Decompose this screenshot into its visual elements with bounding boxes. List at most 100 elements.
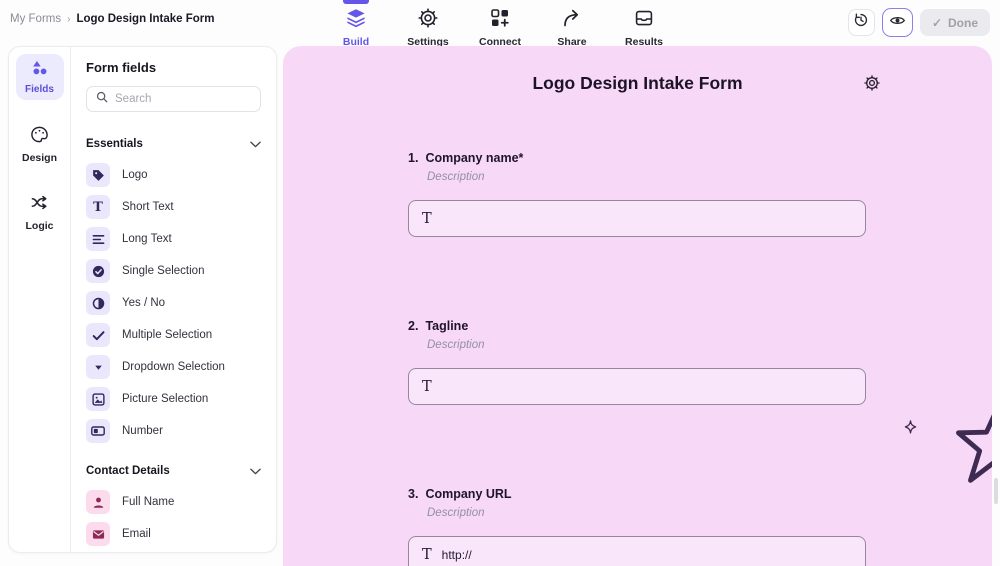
chevron-down-icon [250, 462, 261, 480]
form-fields-panel: Form fields Essentials [71, 47, 276, 552]
field-search[interactable] [86, 86, 269, 112]
panel-title: Form fields [86, 60, 157, 75]
main-tabs: Build Settings Connect Share Results [324, 0, 676, 48]
sidebar-design-label: Design [21, 152, 57, 164]
question-company-url[interactable]: 3. Company URL Description T http:// [408, 487, 866, 566]
question-description[interactable]: Description [427, 507, 866, 519]
sidebar-rail: Fields Design Logic [9, 47, 71, 552]
text-answer-field[interactable]: T [408, 200, 866, 237]
inbox-icon [634, 8, 654, 33]
field-type-picture-selection[interactable]: Picture Selection [86, 383, 261, 415]
field-type-address[interactable]: Address [86, 550, 261, 552]
envelope-icon [86, 522, 110, 546]
text-input-icon: T [422, 546, 432, 563]
section-contact-details[interactable]: Contact Details [86, 462, 261, 480]
field-type-yes-no[interactable]: Yes / No [86, 287, 261, 319]
chevron-down-icon [250, 135, 261, 153]
field-type-label: Long Text [122, 233, 172, 245]
short-text-icon: T [86, 195, 110, 219]
section-contact-title: Contact Details [86, 465, 170, 477]
search-icon [96, 90, 108, 108]
form-title[interactable]: Logo Design Intake Form [283, 73, 992, 94]
question-label-row: 2. Tagline [408, 319, 866, 333]
contact-list: Full Name Email Address [86, 486, 261, 552]
field-type-label: Short Text [122, 201, 174, 213]
form-canvas: Logo Design Intake Form 1. Company name*… [283, 46, 992, 566]
history-button[interactable] [847, 9, 875, 36]
question-description[interactable]: Description [427, 339, 866, 351]
sidebar-item-fields[interactable]: Fields [15, 54, 64, 100]
active-tab-indicator [343, 0, 369, 4]
question-number: 1. [408, 151, 419, 165]
eye-icon [889, 12, 906, 34]
check-icon: ✓ [931, 15, 942, 30]
text-input-icon: T [422, 210, 432, 227]
done-button-label: Done [948, 15, 978, 30]
tab-build[interactable]: Build [324, 0, 388, 48]
tab-results[interactable]: Results [612, 0, 676, 48]
question-label[interactable]: Company name* [425, 151, 523, 165]
yes-no-icon [86, 291, 110, 315]
number-icon [86, 419, 110, 443]
breadcrumb-current-form: Logo Design Intake Form [76, 13, 215, 25]
gear-icon [864, 75, 880, 95]
question-description[interactable]: Description [427, 171, 866, 183]
tab-share[interactable]: Share [540, 0, 604, 48]
caret-down-icon [86, 355, 110, 379]
grid-plus-icon [490, 8, 510, 33]
question-label[interactable]: Tagline [425, 319, 468, 333]
long-text-icon [86, 227, 110, 251]
essentials-list: Logo T Short Text Long Text Single Selec… [86, 159, 261, 447]
field-type-long-text[interactable]: Long Text [86, 223, 261, 255]
sidebar-logic-label: Logic [25, 220, 54, 232]
share-arrow-icon [562, 8, 582, 33]
palette-icon [30, 125, 49, 149]
field-type-single-selection[interactable]: Single Selection [86, 255, 261, 287]
question-company-name[interactable]: 1. Company name* Description T [408, 151, 866, 237]
text-input-icon: T [422, 378, 432, 395]
field-type-label: Full Name [122, 496, 175, 508]
url-prefix: http:// [441, 547, 472, 562]
done-button[interactable]: ✓ Done [919, 9, 990, 36]
field-type-label: Multiple Selection [122, 329, 213, 341]
picture-icon [86, 387, 110, 411]
checkmark-icon [86, 323, 110, 347]
section-essentials[interactable]: Essentials [86, 135, 261, 153]
top-bar: My Forms › Logo Design Intake Form Build [0, 0, 1000, 48]
question-number: 3. [408, 487, 419, 501]
star-doodle-icon [940, 393, 992, 495]
question-label[interactable]: Company URL [425, 487, 511, 501]
field-type-number[interactable]: Number [86, 415, 261, 447]
question-number: 2. [408, 319, 419, 333]
tab-connect[interactable]: Connect [468, 0, 532, 48]
field-type-email[interactable]: Email [86, 518, 261, 550]
search-input[interactable] [115, 93, 269, 105]
sidebar-item-design[interactable]: Design [22, 125, 57, 164]
preview-button[interactable] [881, 8, 913, 37]
tag-icon [86, 163, 110, 187]
form-settings-button[interactable] [864, 75, 880, 91]
top-actions: ✓ Done [847, 8, 990, 37]
single-selection-icon [86, 259, 110, 283]
left-sidebar: Fields Design Logic Form fields Search E… [8, 46, 277, 553]
page-scrollbar-thumb[interactable] [994, 478, 998, 504]
field-type-full-name[interactable]: Full Name [86, 486, 261, 518]
shapes-icon [31, 59, 49, 82]
url-answer-field[interactable]: T http:// [408, 536, 866, 566]
question-list: 1. Company name* Description T 2. Taglin… [408, 151, 866, 566]
field-type-label: Yes / No [122, 297, 166, 309]
field-type-label: Dropdown Selection [122, 361, 225, 373]
field-type-multiple-selection[interactable]: Multiple Selection [86, 319, 261, 351]
question-label-row: 1. Company name* [408, 151, 866, 165]
field-type-logo[interactable]: Logo [86, 159, 261, 191]
field-type-dropdown-selection[interactable]: Dropdown Selection [86, 351, 261, 383]
tab-settings[interactable]: Settings [396, 0, 460, 48]
field-type-label: Single Selection [122, 265, 205, 277]
breadcrumb-separator: › [67, 13, 71, 25]
breadcrumb-my-forms[interactable]: My Forms [10, 13, 61, 25]
field-type-label: Number [122, 425, 163, 437]
field-type-short-text[interactable]: T Short Text [86, 191, 261, 223]
question-tagline[interactable]: 2. Tagline Description T [408, 319, 866, 405]
text-answer-field[interactable]: T [408, 368, 866, 405]
sidebar-item-logic[interactable]: Logic [26, 193, 54, 232]
